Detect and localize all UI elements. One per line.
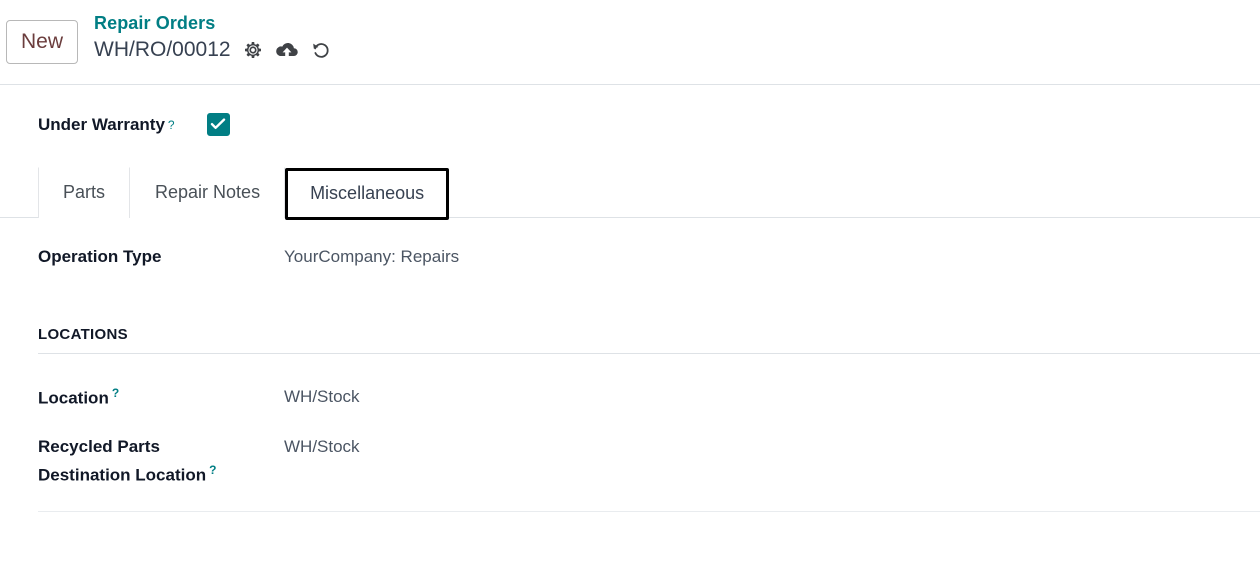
- under-warranty-checkbox[interactable]: [206, 113, 230, 136]
- recycled-destination-help-icon[interactable]: ?: [209, 463, 216, 477]
- breadcrumb-parent-link[interactable]: Repair Orders: [94, 14, 331, 33]
- under-warranty-help-icon[interactable]: ?: [168, 118, 175, 132]
- record-name: WH/RO/00012: [94, 37, 231, 61]
- operation-type-value[interactable]: YourCompany: Repairs: [284, 244, 459, 270]
- under-warranty-field: Under Warranty ?: [0, 85, 1260, 160]
- breadcrumb-row: WH/RO/00012: [94, 37, 331, 61]
- new-record-badge[interactable]: New: [6, 20, 78, 64]
- recycled-destination-field: Recycled Parts Destination Location? WH/…: [38, 434, 1260, 488]
- tab-repair-notes[interactable]: Repair Notes: [130, 167, 286, 218]
- undo-icon[interactable]: [311, 40, 331, 60]
- under-warranty-label: Under Warranty: [38, 114, 165, 134]
- location-value[interactable]: WH/Stock: [284, 384, 360, 410]
- miscellaneous-pane: Operation Type YourCompany: Repairs LOCA…: [0, 218, 1260, 512]
- recycled-destination-label-line2: Destination Location: [38, 465, 207, 485]
- recycled-destination-value[interactable]: WH/Stock: [284, 434, 360, 460]
- cloud-upload-icon[interactable]: [275, 40, 299, 60]
- location-field: Location? WH/Stock: [38, 384, 1260, 412]
- location-label: Location?: [38, 384, 284, 412]
- location-label-text: Location: [38, 389, 109, 408]
- recycled-destination-label-line1: Recycled Parts: [38, 437, 160, 457]
- operation-type-field: Operation Type YourCompany: Repairs: [38, 244, 1260, 270]
- pane-bottom-divider: [38, 510, 1260, 512]
- form-header: New Repair Orders WH/RO/00012: [0, 0, 1260, 85]
- notebook-tabs: Parts Repair Notes Miscellaneous: [0, 160, 1260, 220]
- form-sheet: Under Warranty ? Parts Repair Notes Misc…: [0, 85, 1260, 512]
- tab-miscellaneous[interactable]: Miscellaneous: [285, 168, 450, 220]
- operation-type-label: Operation Type: [38, 247, 162, 266]
- recycled-destination-label: Recycled Parts Destination Location?: [38, 434, 284, 488]
- gear-icon[interactable]: [243, 40, 263, 60]
- tab-parts[interactable]: Parts: [38, 167, 131, 218]
- breadcrumb: Repair Orders WH/RO/00012: [94, 14, 331, 61]
- locations-group-title: LOCATIONS: [38, 326, 1260, 355]
- location-help-icon[interactable]: ?: [112, 386, 119, 400]
- locations-group-body: Location? WH/Stock Recycled Parts Destin…: [38, 384, 1260, 488]
